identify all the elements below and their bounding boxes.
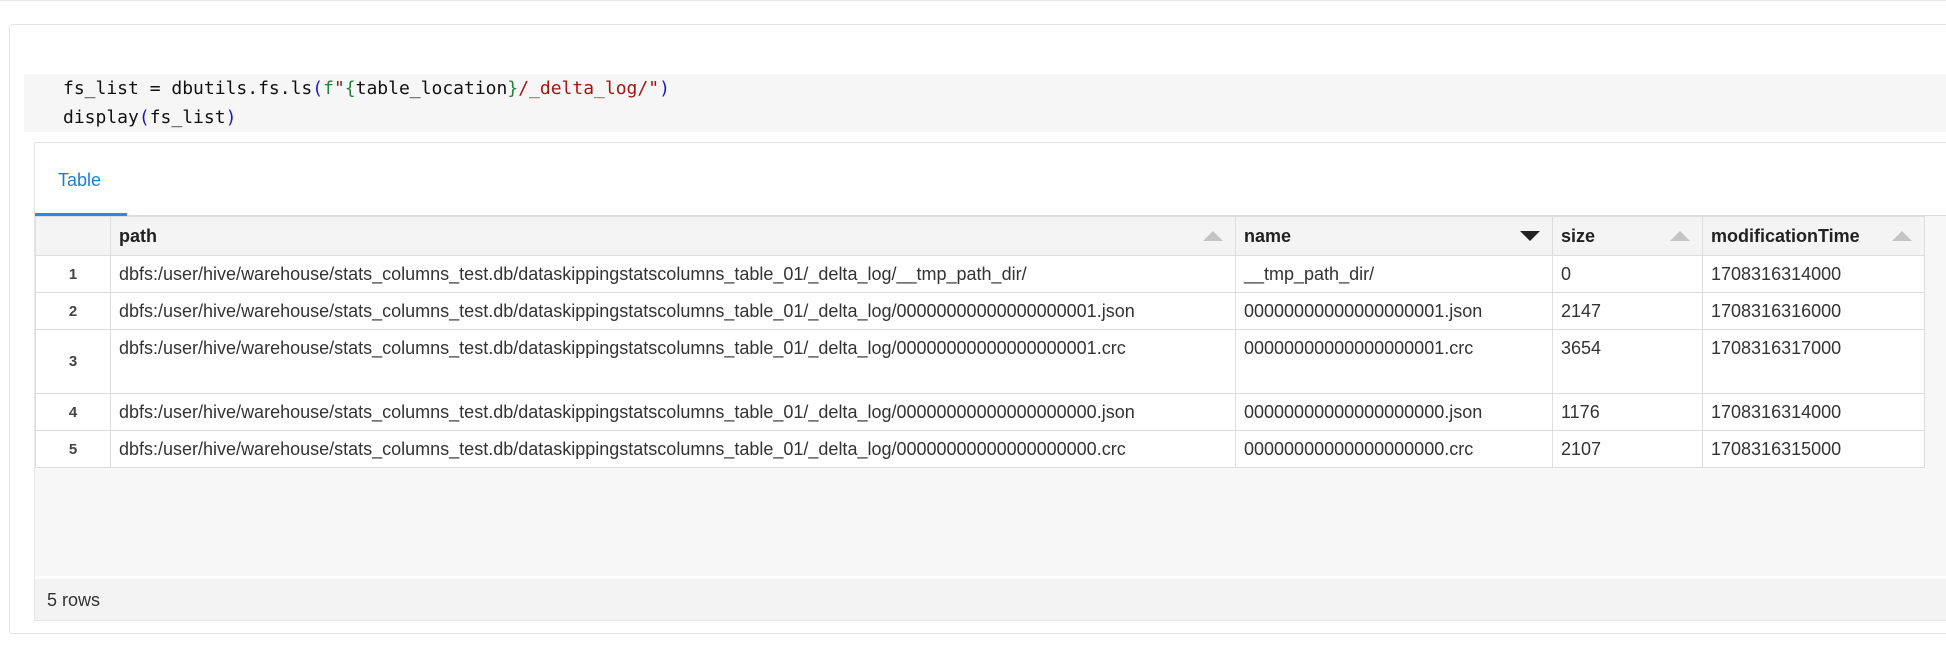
cell-modification-time[interactable]: 1708316314000 <box>1702 393 1925 431</box>
code-string: " <box>333 78 345 99</box>
cell-modification-time[interactable]: 1708316317000 <box>1702 329 1925 394</box>
row-number: 1 <box>35 255 111 293</box>
cell-path[interactable]: dbfs:/user/hive/warehouse/stats_columns_… <box>110 329 1236 394</box>
cell-name[interactable]: __tmp_path_dir/ <box>1235 255 1553 293</box>
code-variable: fs_list <box>149 107 226 128</box>
column-header-label: modificationTime <box>1711 225 1860 246</box>
code-paren: ) <box>659 78 670 99</box>
column-header-label: name <box>1244 225 1292 246</box>
code-brace: } <box>507 78 519 99</box>
cell-modification-time[interactable]: 1708316314000 <box>1702 255 1925 293</box>
table-row[interactable]: 4 dbfs:/user/hive/warehouse/stats_column… <box>35 393 1925 431</box>
table-row[interactable]: 5 dbfs:/user/hive/warehouse/stats_column… <box>35 430 1925 468</box>
cell-size[interactable]: 0 <box>1552 255 1703 293</box>
cell-modification-time[interactable]: 1708316315000 <box>1702 430 1925 468</box>
code-variable: table_location <box>355 78 508 99</box>
code-paren: ( <box>138 107 150 128</box>
column-header-modificationtime[interactable]: modificationTime <box>1702 216 1925 256</box>
code-editor[interactable]: fs_list = dbutils.fs.ls(f"{table_locatio… <box>24 74 1946 132</box>
output-panel: Table path name size modificationTime 1 … <box>34 142 1946 621</box>
cell-size[interactable]: 2107 <box>1552 430 1703 468</box>
cell-path[interactable]: dbfs:/user/hive/warehouse/stats_columns_… <box>110 255 1236 293</box>
sort-ascending-icon[interactable] <box>1203 231 1223 241</box>
table-row[interactable]: 2 dbfs:/user/hive/warehouse/stats_column… <box>35 292 1925 330</box>
table-row[interactable]: 3 dbfs:/user/hive/warehouse/stats_column… <box>35 329 1925 394</box>
column-header-label: path <box>119 225 157 246</box>
code-text: display <box>63 107 139 128</box>
code-brace: { <box>344 78 356 99</box>
code-string: /_delta_log/" <box>518 78 660 99</box>
column-header-size[interactable]: size <box>1552 216 1703 256</box>
top-divider <box>0 0 1946 1</box>
row-number: 2 <box>35 292 111 330</box>
tab-table[interactable]: Table <box>35 143 127 216</box>
cell-path[interactable]: dbfs:/user/hive/warehouse/stats_columns_… <box>110 292 1236 330</box>
cell-name[interactable]: 00000000000000000001.json <box>1235 292 1553 330</box>
sort-ascending-icon[interactable] <box>1892 231 1912 241</box>
cell-name[interactable]: 00000000000000000000.crc <box>1235 430 1553 468</box>
column-header-name[interactable]: name <box>1235 216 1553 256</box>
row-number: 3 <box>35 329 111 394</box>
cell-name[interactable]: 00000000000000000001.crc <box>1235 329 1553 394</box>
code-text: fs_list = dbutils.fs.ls <box>63 78 313 99</box>
cell-size[interactable]: 3654 <box>1552 329 1703 394</box>
code-fstring-prefix: f <box>323 78 334 99</box>
sort-descending-icon[interactable] <box>1520 231 1540 241</box>
row-number: 5 <box>35 430 111 468</box>
sort-ascending-icon[interactable] <box>1670 231 1690 241</box>
cell-size[interactable]: 2147 <box>1552 292 1703 330</box>
row-count-label: 5 rows <box>47 590 101 610</box>
cell-size[interactable]: 1176 <box>1552 393 1703 431</box>
code-line-1[interactable]: fs_list = dbutils.fs.ls(f"{table_locatio… <box>63 78 670 100</box>
results-footer: 5 rows <box>35 579 1946 620</box>
code-line-2[interactable]: display(fs_list) <box>63 107 236 129</box>
cell-path[interactable]: dbfs:/user/hive/warehouse/stats_columns_… <box>110 393 1236 431</box>
row-index-header <box>35 216 111 256</box>
results-grid[interactable]: path name size modificationTime 1 dbfs:/… <box>35 216 1946 576</box>
cell-modification-time[interactable]: 1708316316000 <box>1702 292 1925 330</box>
column-header-path[interactable]: path <box>110 216 1236 256</box>
results-table: path name size modificationTime 1 dbfs:/… <box>35 216 1925 468</box>
code-paren: ) <box>225 107 237 128</box>
cell-name[interactable]: 00000000000000000000.json <box>1235 393 1553 431</box>
cell-path[interactable]: dbfs:/user/hive/warehouse/stats_columns_… <box>110 430 1236 468</box>
table-row[interactable]: 1 dbfs:/user/hive/warehouse/stats_column… <box>35 255 1925 293</box>
column-header-label: size <box>1561 225 1596 246</box>
output-tab-bar: Table <box>35 143 1946 216</box>
row-number: 4 <box>35 393 111 431</box>
code-paren: ( <box>312 78 324 99</box>
header-row: path name size modificationTime <box>35 216 1925 256</box>
tab-table-label: Table <box>58 170 102 190</box>
